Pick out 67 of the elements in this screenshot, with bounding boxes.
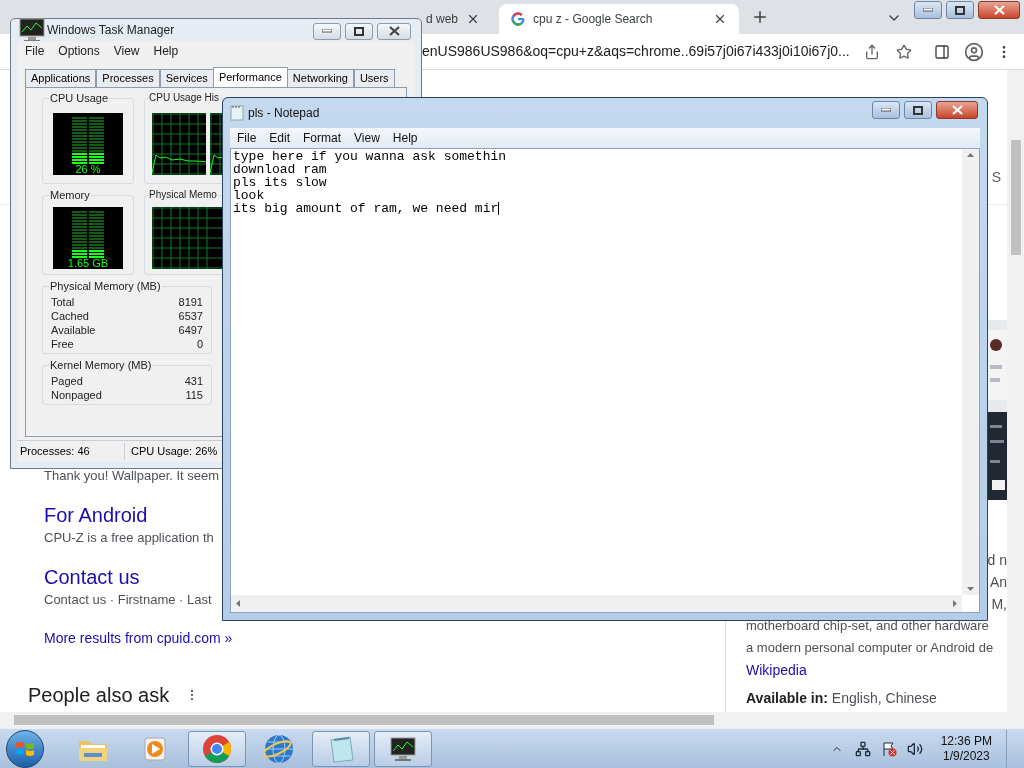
- header-tab[interactable]: S: [991, 167, 1001, 188]
- browser-tab[interactable]: d web: [422, 4, 485, 34]
- tab[interactable]: Performance: [212, 67, 288, 87]
- wikipedia-link[interactable]: Wikipedia: [746, 659, 1007, 681]
- menu-item[interactable]: Help: [153, 42, 179, 60]
- panel-text: a modern personal computer or Android de: [746, 639, 994, 657]
- stat-value: 8191: [178, 295, 203, 309]
- window-title: pls - Notepad: [248, 105, 321, 122]
- status-text: Processes: 46: [17, 443, 125, 460]
- more-results-link[interactable]: More results from cpuid.com »: [44, 628, 233, 648]
- menu-item[interactable]: File: [25, 42, 45, 60]
- stat-label: Nonpaged: [51, 388, 102, 402]
- result-title-link[interactable]: Contact us: [44, 564, 140, 590]
- panel-text: motherboard chip-set, and other hardware: [746, 617, 989, 635]
- result-snippet: Contact us · Firstname · Last: [44, 591, 212, 609]
- panel-text: M,: [991, 595, 1007, 614]
- stat-value: 0: [196, 337, 203, 351]
- meter-reading: 1.65 GB: [67, 258, 109, 269]
- menu-item[interactable]: View: [354, 129, 380, 147]
- text-line: download ram: [233, 163, 327, 176]
- tab-title: d web: [426, 11, 459, 28]
- tab[interactable]: Services: [159, 69, 214, 87]
- menu-item[interactable]: Help: [392, 129, 418, 147]
- tab[interactable]: Applications: [25, 69, 97, 87]
- stat-value: 431: [184, 374, 203, 388]
- group-title: CPU Usage His: [148, 91, 221, 105]
- stat-label: Available: [51, 323, 96, 337]
- tab[interactable]: Processes: [96, 69, 160, 87]
- address-field[interactable]: enUS986US986&oq=cpu+z&aqs=chrome..69i57j0i67i433j0i10i67j0...: [422, 41, 850, 62]
- group-title: Kernel Memory (MB): [49, 358, 153, 372]
- clock-time: 12:36 PM: [940, 733, 992, 749]
- result-title-link[interactable]: For Android: [44, 502, 148, 528]
- panel-text: d n: [987, 551, 1007, 570]
- menu-item[interactable]: Format: [303, 129, 342, 147]
- meter-reading: 26 %: [75, 164, 101, 175]
- stat-value: 115: [185, 388, 203, 402]
- menu-item[interactable]: View: [113, 42, 140, 60]
- text-line: look: [233, 189, 265, 202]
- result-snippet: CPU-Z is a free application th: [44, 529, 214, 547]
- text-line: its big amount of ram, we need mir: [233, 202, 499, 215]
- group-title: Physical Memory (MB): [49, 279, 162, 293]
- clock[interactable]: 12:36 PM 1/9/2023: [940, 733, 992, 764]
- stat-label: Total: [51, 295, 75, 309]
- tab[interactable]: Networking: [286, 69, 354, 87]
- available-languages: Available in: English, Chinese: [746, 689, 938, 708]
- status-text: CPU Usage: 26%: [130, 444, 219, 460]
- result-snippet: Thank you! Wallpaper. It seem: [44, 467, 220, 485]
- clock-date: 1/9/2023: [942, 748, 990, 764]
- tab[interactable]: Users: [353, 69, 395, 87]
- stat-label: Paged: [51, 374, 83, 388]
- panel-text: An: [989, 573, 1007, 592]
- window-title: Windows Task Manager: [47, 22, 176, 39]
- stat-value: 6537: [178, 309, 203, 323]
- group-title: CPU Usage: [49, 91, 110, 105]
- group-title: Physical Memo: [148, 188, 218, 202]
- menu-item[interactable]: Edit: [269, 129, 291, 147]
- group-title: Memory: [49, 188, 91, 202]
- stat-value: 6497: [178, 323, 203, 337]
- text-line: pls its slow: [233, 176, 327, 189]
- menu-item[interactable]: File: [237, 129, 257, 147]
- stat-label: Cached: [51, 309, 89, 323]
- section-heading: People also ask: [28, 684, 170, 706]
- browser-tab[interactable]: cpu z - Google Search: [499, 4, 740, 34]
- tab-title: cpu z - Google Search: [533, 11, 654, 28]
- stat-label: Free: [51, 337, 74, 351]
- text-line: type here if you wanna ask somethin: [233, 150, 507, 163]
- menu-item[interactable]: Options: [58, 42, 100, 60]
